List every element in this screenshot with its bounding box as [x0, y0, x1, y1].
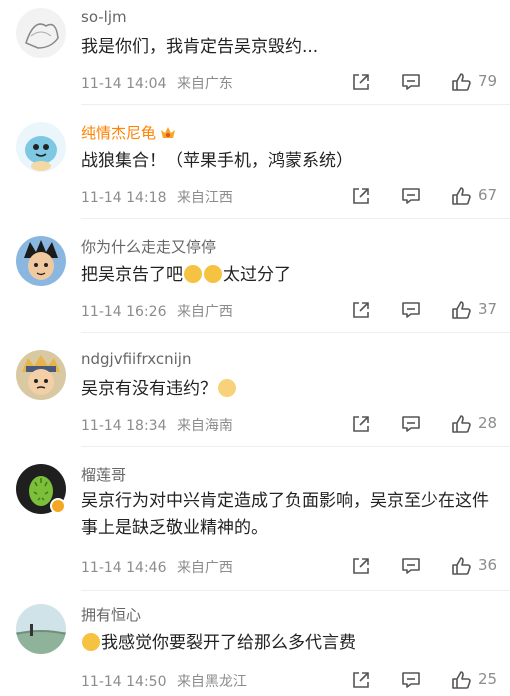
username[interactable]: 拥有恒心 — [81, 604, 141, 625]
comment-meta: 11-14 14:50 来自黑龙江 — [81, 671, 247, 691]
timestamp: 11-14 16:26 — [81, 304, 167, 320]
timestamp: 11-14 14:04 — [81, 76, 167, 92]
emoji-icon — [218, 379, 236, 397]
comment-icon[interactable] — [400, 669, 422, 691]
comment-meta: 11-14 14:18 来自江西 — [81, 187, 233, 207]
emoji-icon — [204, 265, 222, 283]
emoji-icon — [184, 265, 202, 283]
avatar[interactable] — [16, 350, 66, 400]
avatar[interactable] — [16, 604, 66, 654]
like-count: 36 — [478, 556, 498, 574]
like-count: 37 — [478, 300, 498, 318]
avatar[interactable] — [16, 8, 66, 58]
comment-text: 我感觉你要裂开了给那么多代言费 — [81, 630, 501, 657]
timestamp: 11-14 18:34 — [81, 418, 167, 434]
share-icon[interactable] — [350, 413, 372, 435]
comment-meta: 11-14 16:26 来自广西 — [81, 301, 233, 321]
verified-badge-icon — [50, 498, 66, 514]
timestamp: 11-14 14:50 — [81, 674, 167, 690]
like-count: 67 — [478, 186, 498, 204]
timestamp: 11-14 14:18 — [81, 190, 167, 206]
username[interactable]: 纯情杰尼龟 — [81, 122, 177, 143]
location: 来自黑龙江 — [176, 674, 247, 690]
comment-icon[interactable] — [400, 555, 422, 577]
like-icon[interactable] — [450, 185, 472, 207]
share-icon[interactable] — [350, 299, 372, 321]
like-icon[interactable] — [450, 669, 472, 691]
username[interactable]: ndgjvfiifrxcnijn — [81, 350, 191, 368]
username[interactable]: 榴莲哥 — [81, 464, 126, 485]
username[interactable]: 你为什么走走又停停 — [81, 236, 216, 257]
like-icon[interactable] — [450, 299, 472, 321]
divider — [81, 446, 510, 447]
comment-text: 吴京行为对中兴肯定造成了负面影响，吴京至少在这件事上是缺乏敬业精神的。 — [81, 491, 489, 538]
username[interactable]: so-ljm — [81, 8, 127, 26]
emoji-icon — [82, 633, 100, 651]
divider — [81, 104, 510, 105]
like-icon[interactable] — [450, 413, 472, 435]
comment-text-part: 太过分了 — [223, 265, 291, 285]
comment-text-part: 吴京有没有违约？ — [81, 379, 217, 399]
like-count: 25 — [478, 670, 498, 688]
share-icon[interactable] — [350, 555, 372, 577]
location: 来自海南 — [176, 418, 233, 434]
comment-text: 我是你们，我肯定告吴京毁约... — [81, 37, 319, 57]
location: 来自广西 — [176, 304, 233, 320]
comment-icon[interactable] — [400, 413, 422, 435]
like-count: 28 — [478, 414, 498, 432]
comment-text-part: 把吴京告了吧 — [81, 265, 183, 285]
comment-icon[interactable] — [400, 299, 422, 321]
comment-icon[interactable] — [400, 71, 422, 93]
avatar[interactable] — [16, 464, 66, 514]
comment-meta: 11-14 14:46 来自广西 — [81, 557, 233, 577]
avatar[interactable] — [16, 236, 66, 286]
like-count: 79 — [478, 72, 498, 90]
username-text: 纯情杰尼龟 — [81, 124, 157, 142]
comment-icon[interactable] — [400, 185, 422, 207]
share-icon[interactable] — [350, 71, 372, 93]
comment-meta: 11-14 14:04 来自广东 — [81, 73, 233, 93]
avatar[interactable] — [16, 122, 66, 172]
comment-text-part: 我感觉你要裂开了给那么多代言费 — [101, 633, 356, 653]
like-icon[interactable] — [450, 71, 472, 93]
comment-text: 战狼集合！（苹果手机，鸿蒙系统） — [81, 151, 353, 171]
share-icon[interactable] — [350, 669, 372, 691]
like-icon[interactable] — [450, 555, 472, 577]
location: 来自广西 — [176, 560, 233, 576]
share-icon[interactable] — [350, 185, 372, 207]
divider — [81, 590, 510, 591]
vip-badge-icon — [159, 123, 177, 141]
timestamp: 11-14 14:46 — [81, 560, 167, 576]
comment-meta: 11-14 18:34 来自海南 — [81, 415, 233, 435]
comment-text: 吴京有没有违约？ — [81, 376, 501, 403]
comment-text: 把吴京告了吧 太过分了 — [81, 262, 501, 289]
divider — [81, 332, 510, 333]
divider — [81, 218, 510, 219]
location: 来自江西 — [176, 190, 233, 206]
location: 来自广东 — [176, 76, 233, 92]
